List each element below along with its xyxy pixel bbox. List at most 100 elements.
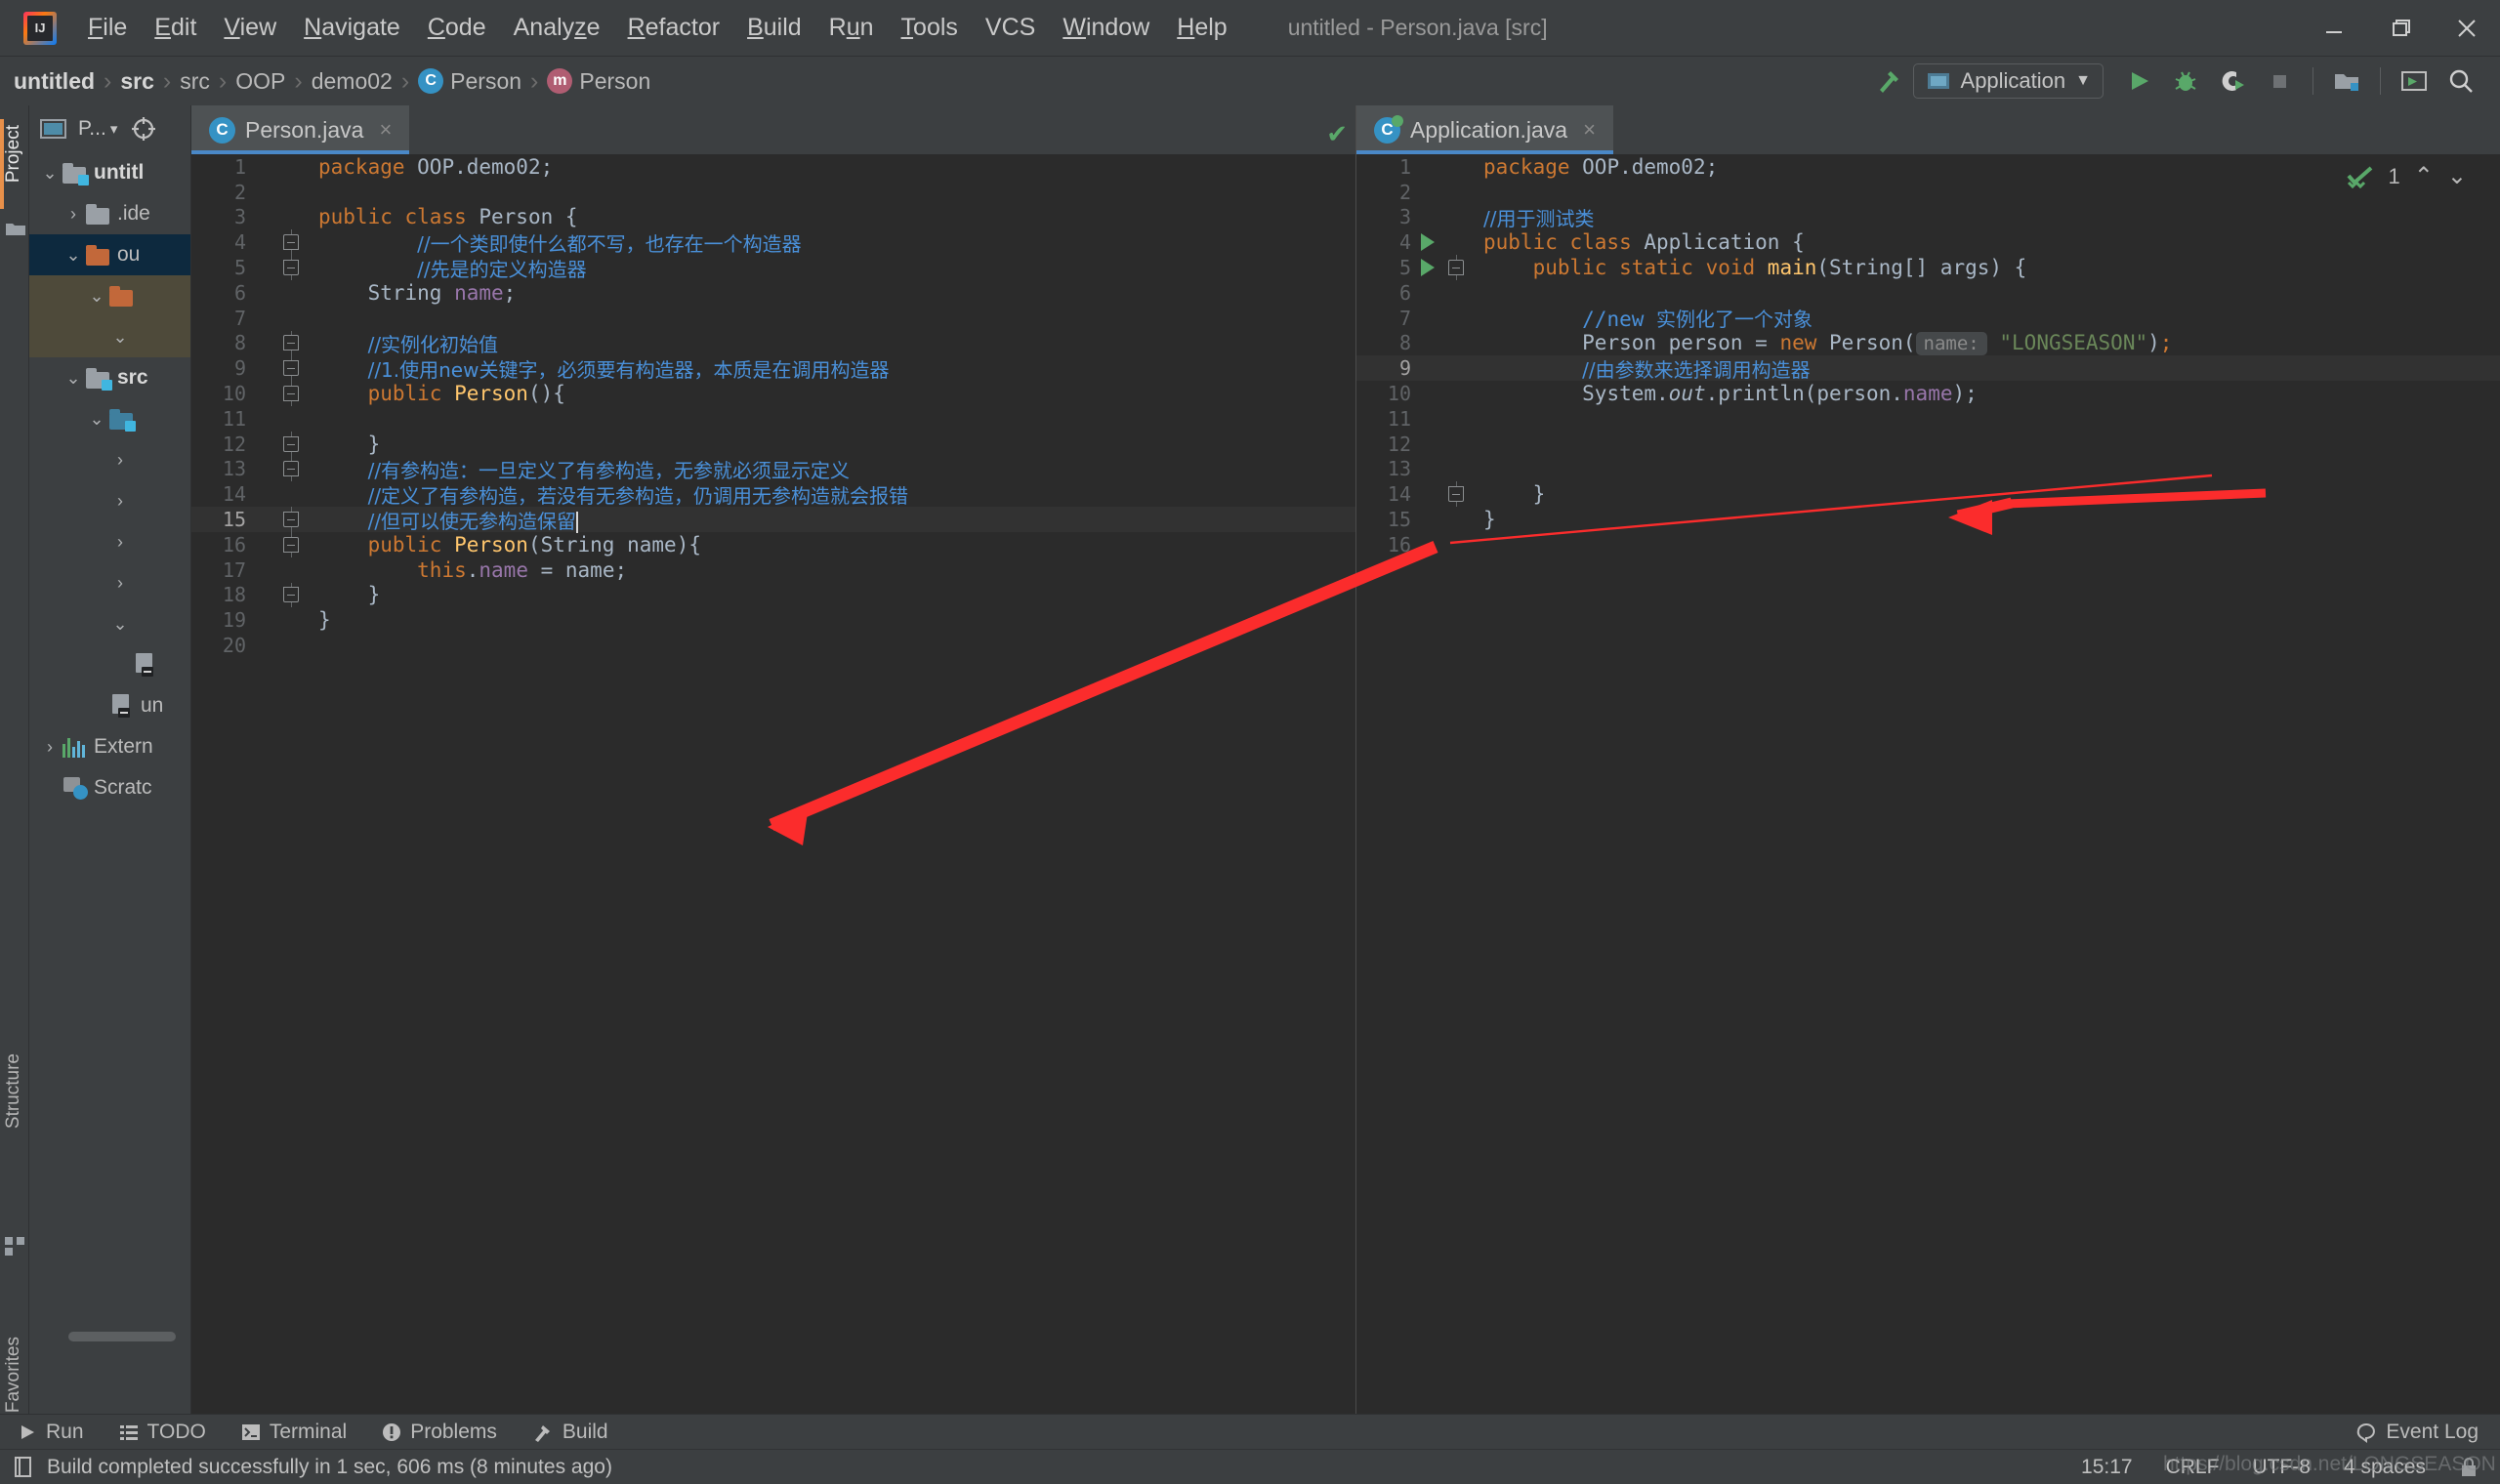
menu-analyze[interactable]: Analyze [500, 10, 614, 46]
gutter-run-marker[interactable] [252, 457, 273, 482]
fold-end-icon[interactable] [1448, 486, 1464, 503]
tool-window-terminal[interactable]: Terminal [224, 1415, 364, 1450]
gutter-fold-area[interactable] [1438, 205, 1474, 230]
chevron-down-icon[interactable]: ⌄ [61, 368, 86, 389]
gutter-run-marker[interactable] [1417, 507, 1438, 532]
chevron-right-icon[interactable]: › [37, 737, 62, 758]
menu-file[interactable]: File [74, 10, 141, 46]
gutter-fold-area[interactable] [273, 557, 309, 583]
chevron-down-icon[interactable]: ▾ [110, 120, 118, 138]
sidebar-tab-structure[interactable]: Structure [0, 1048, 29, 1134]
search-icon[interactable] [2439, 62, 2482, 101]
gutter-run-marker[interactable] [252, 381, 273, 406]
tree-item-7[interactable]: › [29, 439, 190, 480]
code-line[interactable]: 19} [191, 607, 1355, 633]
gutter-run-marker[interactable] [1417, 406, 1438, 432]
breadcrumb-item-demo02-4[interactable]: demo02 [312, 68, 393, 95]
code-line[interactable]: 10 System.out.println(person.name); [1356, 381, 2500, 406]
tree-item-un[interactable]: un [29, 685, 190, 726]
gutter-run-marker[interactable] [1417, 331, 1438, 356]
project-tree[interactable]: ⌄ untitl › .ide ⌄ ou ⌄ ⌄ ⌄ src ⌄ › › › › ⌄ un › Extern Scra… [29, 152, 190, 808]
code-line[interactable]: 4 //一个类即使什么都不写，也存在一个构造器 [191, 229, 1355, 256]
code-line[interactable]: 3 //用于测试类 [1356, 205, 2500, 230]
run-gutter-icon[interactable] [1421, 233, 1435, 252]
breadcrumb-item-person-6[interactable]: m Person [547, 68, 650, 95]
fold-end-icon[interactable] [283, 587, 299, 603]
chevron-down-icon[interactable]: ▼ [2075, 72, 2091, 90]
code-line[interactable]: 6 String name; [191, 280, 1355, 306]
run-with-coverage-icon[interactable] [2211, 62, 2254, 101]
code-line[interactable]: 11 [191, 406, 1355, 432]
gutter-run-marker[interactable] [1417, 481, 1438, 507]
code-line[interactable]: 8 //实例化初始值 [191, 330, 1355, 356]
menu-tools[interactable]: Tools [888, 10, 972, 46]
menu-refactor[interactable]: Refactor [614, 10, 734, 46]
sidebar-tab-project[interactable]: Project [0, 119, 29, 188]
menu-navigate[interactable]: Navigate [290, 10, 414, 46]
menu-window[interactable]: Window [1049, 10, 1163, 46]
gutter-fold-area[interactable] [1438, 507, 1474, 532]
sidebar-tab-favorites[interactable]: Favorites [0, 1331, 29, 1419]
tree-item-4[interactable]: ⌄ [29, 316, 190, 357]
gutter-fold-area[interactable] [1438, 154, 1474, 180]
gutter-fold-area[interactable] [273, 607, 309, 633]
gutter-fold-area[interactable] [1438, 306, 1474, 331]
gutter-run-marker[interactable] [252, 432, 273, 457]
gutter-run-marker[interactable] [252, 557, 273, 583]
run-button[interactable] [2117, 62, 2160, 101]
gutter-fold-area[interactable] [1438, 180, 1474, 205]
menu-vcs[interactable]: VCS [972, 10, 1049, 46]
gutter-fold-area[interactable] [273, 154, 309, 180]
gutter-fold-area[interactable] [273, 355, 309, 382]
gutter-fold-area[interactable] [1438, 457, 1474, 482]
prev-problem-icon[interactable]: ⌃ [2414, 162, 2434, 190]
fold-end-icon[interactable] [283, 260, 299, 276]
tree-item-src[interactable]: ⌄ src [29, 357, 190, 398]
tree-item-6[interactable]: ⌄ [29, 398, 190, 439]
tree-item-ide[interactable]: › .ide [29, 193, 190, 234]
breadcrumb[interactable]: untitled › src › src › OOP › demo02 › C Person › m Per… [14, 67, 650, 96]
breadcrumb-item-person-5[interactable]: C Person [418, 68, 521, 95]
project-horizontal-scrollbar[interactable] [68, 1332, 176, 1341]
gutter-run-marker[interactable] [252, 255, 273, 280]
code-line[interactable]: 2 [191, 180, 1355, 205]
code-line[interactable]: 13 [1356, 457, 2500, 482]
fold-collapse-icon[interactable] [283, 234, 299, 251]
status-message-area[interactable]: Build completed successfully in 1 sec, 6… [0, 1456, 612, 1479]
tree-item-extern[interactable]: › Extern [29, 726, 190, 767]
code-editor-person[interactable]: 1 package OOP.demo02; 2 3 public class Perso… [191, 154, 1355, 1414]
gutter-run-marker[interactable] [252, 532, 273, 557]
gutter-run-marker[interactable] [252, 280, 273, 306]
gutter-run-marker[interactable] [252, 507, 273, 532]
gutter-fold-area[interactable] [273, 306, 309, 331]
chevron-down-icon[interactable]: ⌄ [107, 327, 133, 348]
menu-edit[interactable]: Edit [141, 10, 210, 46]
breadcrumb-item-untitled-0[interactable]: untitled [14, 68, 95, 95]
gutter-fold-area[interactable] [1438, 432, 1474, 457]
gutter-fold-area[interactable] [273, 255, 309, 280]
chevron-right-icon[interactable]: › [107, 573, 133, 594]
fold-end-icon[interactable] [283, 435, 299, 452]
chevron-down-icon[interactable]: ⌄ [107, 614, 133, 635]
gutter-run-marker[interactable] [252, 481, 273, 507]
code-line[interactable]: 6 [1356, 280, 2500, 306]
gutter-run-marker[interactable] [1417, 457, 1438, 482]
fold-collapse-icon[interactable] [283, 386, 299, 402]
project-panel-title[interactable]: P... [78, 117, 106, 141]
intention-bulb-icon[interactable] [254, 509, 271, 530]
gutter-fold-area[interactable] [273, 456, 309, 482]
gutter-fold-area[interactable] [1438, 331, 1474, 356]
tree-item-9[interactable]: › [29, 521, 190, 562]
menu-code[interactable]: Code [414, 10, 500, 46]
close-icon[interactable] [2434, 0, 2500, 57]
code-line[interactable]: 5 public static void main(String[] args)… [1356, 255, 2500, 280]
gutter-run-marker[interactable] [252, 154, 273, 180]
code-line[interactable]: 14 } [1356, 481, 2500, 508]
crosshair-icon[interactable] [131, 116, 156, 142]
fold-end-icon[interactable] [283, 360, 299, 377]
gutter-fold-area[interactable] [273, 531, 309, 557]
gutter-fold-area[interactable] [1438, 255, 1474, 280]
code-line[interactable]: 15} [1356, 507, 2500, 532]
code-line[interactable]: 9 //1.使用new关键字，必须要有构造器，本质是在调用构造器 [191, 355, 1355, 382]
fold-collapse-icon[interactable] [283, 536, 299, 553]
